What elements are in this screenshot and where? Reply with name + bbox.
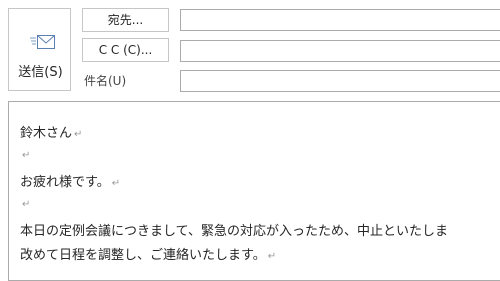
body-line: 鈴木さん ↵ xyxy=(20,126,83,141)
subject-field[interactable] xyxy=(180,70,500,92)
subject-label: 件名(U) xyxy=(84,74,127,88)
cc-button[interactable]: C C (C)... xyxy=(82,38,169,62)
paragraph-mark-icon: ↵ xyxy=(22,150,31,161)
send-button[interactable]: 送信(S) xyxy=(8,8,71,91)
body-line: ↵ xyxy=(20,147,30,162)
to-button[interactable]: 宛先... xyxy=(82,8,169,32)
cc-field[interactable] xyxy=(180,40,500,62)
message-body[interactable]: 鈴木さん ↵ ↵ お疲れ様です。 ↵ ↵ 本日の定例会議につきまして、緊急の対応が入… xyxy=(8,101,500,281)
cc-button-label: C C (C)... xyxy=(98,43,153,57)
paragraph-mark-icon: ↵ xyxy=(111,178,121,189)
paragraph-mark-icon: ↵ xyxy=(22,199,31,210)
body-line: 改めて日程を調整し、ご連絡いたします。 ↵ xyxy=(20,248,277,263)
send-button-label: 送信(S) xyxy=(18,65,63,80)
envelope-send-icon xyxy=(30,35,55,49)
body-line: ↵ xyxy=(20,196,30,211)
to-field[interactable] xyxy=(180,9,500,31)
paragraph-mark-icon: ↵ xyxy=(267,251,277,262)
message-header: 送信(S) 宛先... C C (C)... 件名(U) xyxy=(0,0,500,100)
paragraph-mark-icon: ↵ xyxy=(74,129,83,140)
to-button-label: 宛先... xyxy=(107,13,144,27)
body-line: お疲れ様です。 ↵ xyxy=(20,175,121,190)
body-line: 本日の定例会議につきまして、緊急の対応が入ったため、中止といたしま xyxy=(20,224,448,239)
